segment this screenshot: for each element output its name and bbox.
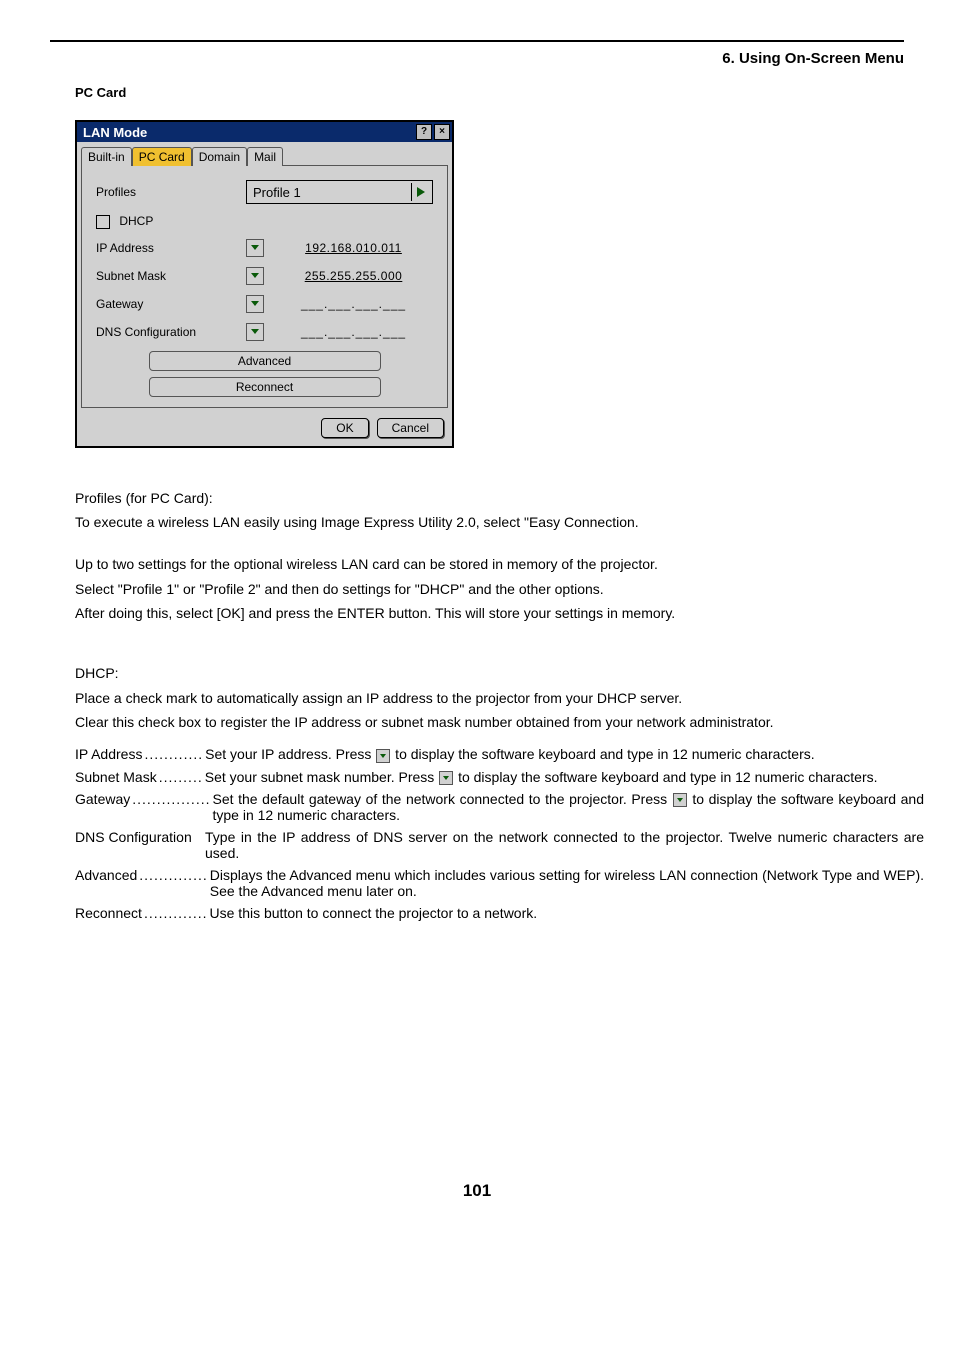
p-select-profile: Select "Profile 1" or "Profile 2" and th… bbox=[75, 579, 904, 599]
subnet-mask-value[interactable]: 255.255.255.000 bbox=[274, 269, 433, 283]
def-gateway-term: Gateway bbox=[75, 791, 130, 807]
lan-mode-dialog: LAN Mode ? × Built-in PC Card Domain Mai… bbox=[75, 120, 454, 448]
advanced-button[interactable]: Advanced bbox=[149, 351, 381, 371]
dropdown-icon bbox=[439, 771, 453, 785]
page-number: 101 bbox=[10, 1181, 944, 1201]
dropdown-icon bbox=[376, 749, 390, 763]
p-profiles-heading: Profiles (for PC Card): bbox=[75, 488, 904, 508]
profiles-label: Profiles bbox=[96, 185, 246, 199]
body-text: Profiles (for PC Card): To execute a wir… bbox=[75, 488, 904, 732]
dhcp-label: DHCP bbox=[119, 214, 153, 228]
subnet-mask-label: Subnet Mask bbox=[96, 269, 246, 283]
subheading-pc-card: PC Card bbox=[75, 85, 944, 100]
next-profile-icon[interactable] bbox=[411, 183, 430, 201]
def-ip-desc: Set your IP address. Press to display th… bbox=[205, 746, 924, 762]
dropdown-icon bbox=[673, 793, 687, 807]
tab-pc-card[interactable]: PC Card bbox=[132, 147, 192, 166]
cancel-button[interactable]: Cancel bbox=[377, 418, 444, 438]
dialog-title: LAN Mode bbox=[83, 125, 147, 140]
dialog-titlebar: LAN Mode ? × bbox=[77, 122, 452, 142]
dialog-tabs: Built-in PC Card Domain Mail bbox=[77, 142, 452, 165]
def-gateway-desc: Set the default gateway of the network c… bbox=[212, 791, 924, 823]
p-store-settings: After doing this, select [OK] and press … bbox=[75, 603, 904, 623]
gateway-label: Gateway bbox=[96, 297, 246, 311]
def-advanced-desc: Displays the Advanced menu which include… bbox=[210, 867, 924, 899]
ip-dropdown-icon[interactable] bbox=[246, 239, 264, 257]
p-dhcp-check: Place a check mark to automatically assi… bbox=[75, 688, 904, 708]
dns-label: DNS Configuration bbox=[96, 325, 246, 339]
tab-built-in[interactable]: Built-in bbox=[81, 147, 132, 166]
def-subnet-term: Subnet Mask bbox=[75, 769, 157, 785]
ok-button[interactable]: OK bbox=[321, 418, 368, 438]
def-ip-term: IP Address bbox=[75, 746, 142, 762]
profiles-select[interactable]: Profile 1 bbox=[246, 180, 433, 204]
def-advanced-term: Advanced bbox=[75, 867, 137, 883]
gateway-value[interactable]: ___.___.___.___ bbox=[274, 297, 433, 311]
p-easy-connection: To execute a wireless LAN easily using I… bbox=[75, 512, 904, 532]
gateway-dropdown-icon[interactable] bbox=[246, 295, 264, 313]
dns-dropdown-icon[interactable] bbox=[246, 323, 264, 341]
ip-address-value[interactable]: 192.168.010.011 bbox=[274, 241, 433, 255]
help-icon[interactable]: ? bbox=[416, 124, 432, 140]
subnet-dropdown-icon[interactable] bbox=[246, 267, 264, 285]
ip-address-label: IP Address bbox=[96, 241, 246, 255]
p-two-settings: Up to two settings for the optional wire… bbox=[75, 554, 904, 574]
tab-mail[interactable]: Mail bbox=[247, 147, 283, 166]
close-icon[interactable]: × bbox=[434, 124, 450, 140]
dhcp-checkbox[interactable] bbox=[96, 215, 110, 229]
def-dns-desc: Type in the IP address of DNS server on … bbox=[205, 829, 924, 861]
p-dhcp-clear: Clear this check box to register the IP … bbox=[75, 712, 904, 732]
profiles-value: Profile 1 bbox=[253, 185, 301, 200]
def-subnet-desc: Set your subnet mask number. Press to di… bbox=[205, 769, 924, 785]
section-title: 6. Using On-Screen Menu bbox=[10, 50, 904, 67]
def-reconnect-desc: Use this button to connect the projector… bbox=[210, 905, 924, 921]
field-definitions: IP Address ............ Set your IP addr… bbox=[75, 746, 924, 921]
dhcp-option[interactable]: DHCP bbox=[96, 214, 246, 229]
reconnect-button[interactable]: Reconnect bbox=[149, 377, 381, 397]
tab-domain[interactable]: Domain bbox=[192, 147, 247, 166]
p-dhcp-heading: DHCP: bbox=[75, 663, 904, 683]
dns-value[interactable]: ___.___.___.___ bbox=[274, 325, 433, 339]
def-dns-term: DNS Configuration bbox=[75, 829, 199, 845]
def-reconnect-term: Reconnect bbox=[75, 905, 142, 921]
